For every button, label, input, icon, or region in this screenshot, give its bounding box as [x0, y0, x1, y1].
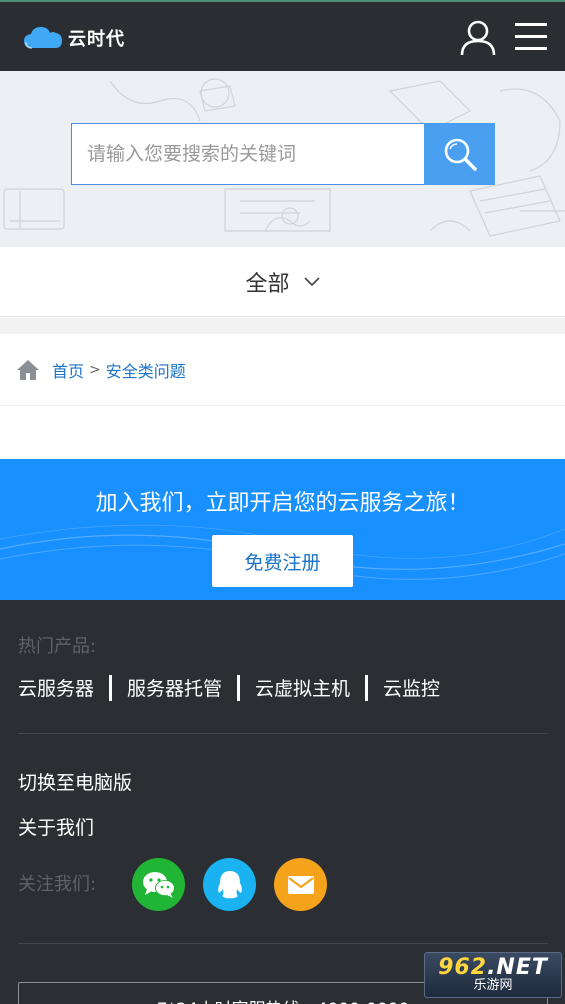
mail-icon — [287, 875, 314, 894]
signup-promo-banner: 加入我们，立即开启您的云服务之旅！ 免费注册 — [0, 459, 565, 600]
footer: 热门产品: 云服务器 服务器托管 云虚拟主机 云监控 切换至电脑版 关于我们 关… — [0, 600, 565, 1004]
mail-button[interactable] — [274, 858, 327, 911]
home-icon[interactable] — [16, 358, 40, 382]
footer-divider — [18, 943, 548, 944]
hot-products-label: 热门产品: — [18, 636, 97, 657]
product-link-cloud-monitor[interactable]: 云监控 — [383, 674, 440, 701]
breadcrumb-current-link[interactable]: 安全类问题 — [106, 358, 186, 382]
wechat-icon — [142, 871, 175, 898]
product-divider — [237, 674, 241, 701]
logo-text: 云时代 — [68, 29, 125, 50]
search-button[interactable] — [424, 123, 495, 185]
watermark-subtitle: 乐游网 — [473, 978, 513, 993]
qq-button[interactable] — [203, 858, 256, 911]
switch-to-desktop-link[interactable]: 切换至电脑版 — [18, 768, 132, 795]
top-nav-bar: 云时代 — [0, 0, 565, 71]
menu-icon — [515, 23, 547, 50]
user-icon — [460, 20, 496, 56]
product-link-virtual-host[interactable]: 云虚拟主机 — [255, 674, 350, 701]
product-divider — [365, 674, 369, 701]
promo-title: 加入我们，立即开启您的云服务之旅！ — [95, 491, 470, 516]
watermark-suffix: .NET — [487, 955, 548, 980]
logo[interactable]: 云时代 — [22, 24, 125, 52]
breadcrumb-separator: > — [89, 361, 101, 378]
user-account-button[interactable] — [458, 18, 498, 58]
category-filter[interactable]: 全部 — [0, 247, 565, 317]
filter-selected-label: 全部 — [245, 271, 290, 297]
breadcrumb-home-link[interactable]: 首页 — [52, 358, 84, 382]
footer-divider — [18, 733, 548, 734]
breadcrumb: 首页 > 安全类问题 — [0, 334, 565, 406]
chevron-down-icon — [303, 276, 320, 286]
search-input[interactable]: 请输入您要搜索的关键词 — [71, 123, 425, 185]
search-banner: 请输入您要搜索的关键词 — [0, 71, 565, 247]
follow-us-label: 关注我们: — [18, 874, 97, 895]
section-gap — [0, 318, 565, 334]
watermark-number: 962 — [438, 955, 488, 980]
qq-icon — [217, 870, 242, 898]
menu-button[interactable] — [513, 20, 549, 54]
about-us-link[interactable]: 关于我们 — [18, 813, 94, 840]
hot-products-list: 云服务器 服务器托管 云虚拟主机 云监控 — [18, 674, 440, 701]
site-watermark: 962.NET 乐游网 — [424, 952, 562, 998]
cloud-logo-icon — [24, 27, 62, 49]
product-divider — [109, 674, 113, 701]
watermark-logo: 962.NET — [438, 957, 548, 979]
search-icon — [444, 138, 477, 171]
product-link-cloud-server[interactable]: 云服务器 — [18, 674, 94, 701]
free-signup-button[interactable]: 免费注册 — [212, 535, 353, 587]
product-link-server-hosting[interactable]: 服务器托管 — [127, 674, 222, 701]
wechat-button[interactable] — [132, 858, 185, 911]
